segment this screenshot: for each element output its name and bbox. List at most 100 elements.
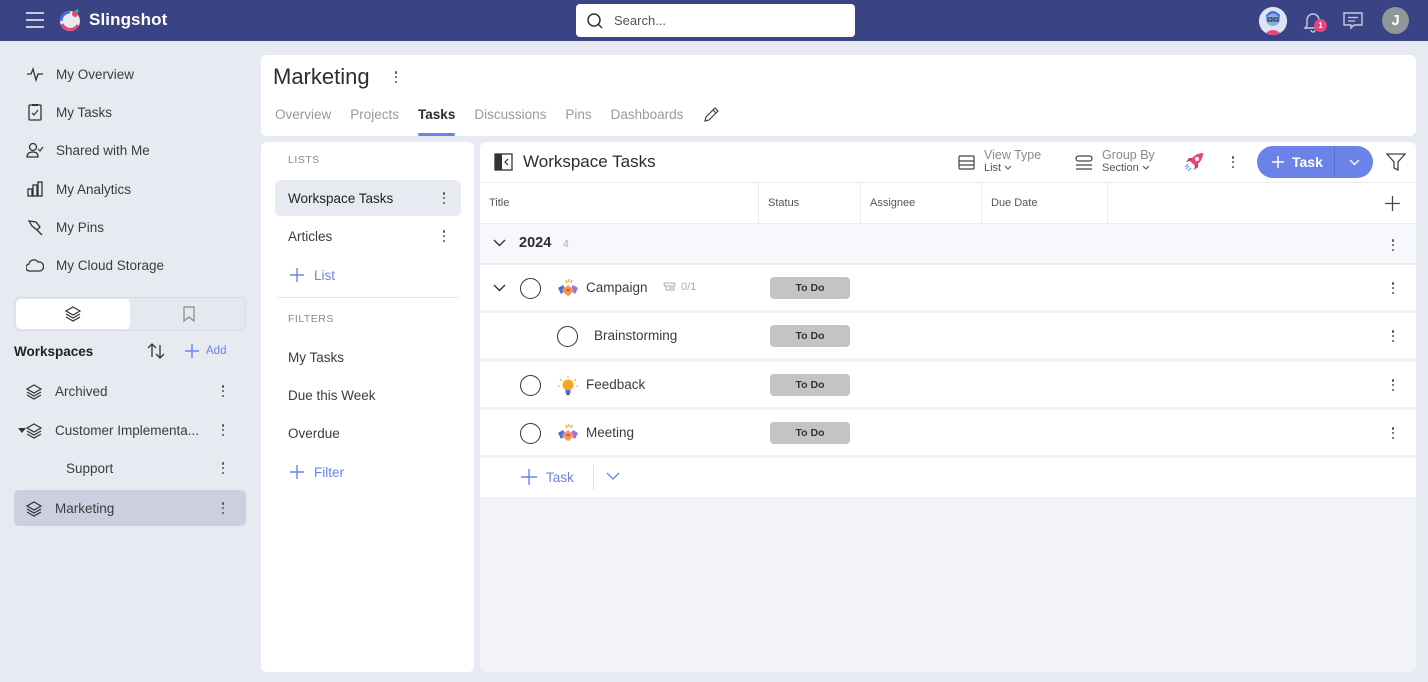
filter-item-my-tasks[interactable]: My Tasks (275, 339, 461, 375)
nav-item-my-cloud-storage[interactable]: My Cloud Storage (14, 249, 246, 281)
column-header-due-date[interactable]: Due Date (982, 183, 1108, 224)
filter-item-overdue[interactable]: Overdue (275, 415, 461, 451)
task-title[interactable]: Brainstorming (594, 328, 677, 343)
more-options-icon[interactable] (220, 500, 226, 516)
add-filter-label: Filter (314, 464, 344, 480)
new-task-dropdown-button[interactable] (1335, 146, 1373, 178)
lists-panel: LISTS Workspace Tasks Articles List FILT… (261, 142, 474, 672)
subtasks-icon (663, 282, 676, 290)
add-task-button[interactable]: Task (520, 468, 574, 486)
workspace-label: Marketing (55, 500, 115, 516)
column-header-status[interactable]: Status (759, 183, 861, 224)
workspace-item-marketing[interactable]: Marketing (14, 490, 246, 526)
column-header-assignee[interactable]: Assignee (861, 183, 982, 224)
more-options-icon[interactable] (220, 422, 226, 438)
status-badge[interactable]: To Do (770, 422, 850, 444)
add-filter-button[interactable]: Filter (289, 464, 344, 480)
task-title[interactable]: Feedback (586, 377, 645, 392)
task-row[interactable]: Campaign 0/1 To Do (480, 265, 1416, 312)
handshake-emoji-icon (558, 279, 578, 296)
section-group-row: 2024 4 (480, 224, 1416, 265)
nav-item-my-analytics[interactable]: My Analytics (14, 173, 246, 205)
status-badge[interactable]: To Do (770, 325, 850, 347)
tab-pins[interactable]: Pins (565, 107, 591, 136)
more-options-icon[interactable] (1390, 425, 1396, 441)
task-complete-checkbox[interactable] (557, 326, 578, 347)
handshake-emoji-icon (558, 424, 578, 441)
more-options-icon[interactable] (441, 228, 447, 244)
nav-item-label: My Tasks (56, 104, 113, 120)
tab-dashboards[interactable]: Dashboards (611, 107, 684, 136)
task-row-subtask[interactable]: Brainstorming To Do (480, 313, 1416, 360)
more-options-icon[interactable] (441, 190, 447, 206)
lightbulb-emoji-icon (558, 376, 578, 395)
task-row[interactable]: Meeting To Do (480, 410, 1416, 457)
nav-item-my-overview[interactable]: My Overview (14, 58, 246, 90)
tab-discussions[interactable]: Discussions (474, 107, 546, 136)
list-item-articles[interactable]: Articles (275, 218, 461, 254)
view-type-dropdown[interactable]: View Type List (958, 149, 1041, 175)
status-badge[interactable]: To Do (770, 277, 850, 299)
group-by-dropdown[interactable]: Group By Section (1075, 149, 1155, 175)
nav-item-label: My Cloud Storage (56, 257, 165, 273)
tab-projects[interactable]: Projects (350, 107, 399, 136)
filter-label: My Tasks (288, 349, 345, 365)
more-options-icon[interactable] (220, 460, 226, 476)
filter-icon[interactable] (1386, 153, 1406, 171)
tasks-toolbar: Workspace Tasks View Type List Group By … (480, 142, 1416, 183)
messages-button[interactable] (1341, 7, 1369, 35)
user-avatar[interactable]: J (1382, 7, 1409, 34)
add-column-plus-icon[interactable] (1384, 195, 1401, 212)
new-task-button[interactable]: Task (1257, 146, 1334, 178)
app-name: Slingshot (89, 10, 168, 29)
more-options-icon[interactable] (1390, 328, 1396, 344)
more-options-icon[interactable] (1390, 377, 1396, 393)
nav-item-shared-with-me[interactable]: Shared with Me (14, 134, 246, 166)
cloud-icon (26, 259, 44, 272)
add-workspace-button[interactable]: Add (184, 343, 226, 359)
new-task-label: Task (1292, 154, 1323, 170)
tab-tasks[interactable]: Tasks (418, 107, 456, 136)
search-icon (587, 12, 603, 29)
search-input[interactable] (614, 13, 834, 28)
list-item-workspace-tasks[interactable]: Workspace Tasks (275, 180, 461, 216)
workspace-item-support[interactable]: Support (14, 450, 246, 486)
list-view-icon (958, 154, 975, 170)
workspace-options-icon[interactable] (393, 69, 399, 85)
nav-item-my-tasks[interactable]: My Tasks (14, 96, 246, 128)
group-by-icon (1075, 154, 1093, 170)
more-options-icon[interactable] (1390, 237, 1396, 253)
task-complete-checkbox[interactable] (520, 375, 541, 396)
more-options-icon[interactable] (220, 383, 226, 399)
task-complete-checkbox[interactable] (520, 278, 541, 299)
status-badge[interactable]: To Do (770, 374, 850, 396)
workspace-item-customer-implementation[interactable]: Customer Implementa... (14, 412, 246, 448)
sort-icon[interactable] (146, 341, 166, 361)
tab-overview[interactable]: Overview (275, 107, 331, 136)
task-title[interactable]: Meeting (586, 425, 634, 440)
layers-icon (25, 423, 43, 439)
notifications-button[interactable]: 1 (1301, 7, 1329, 35)
chevron-down-icon[interactable] (493, 239, 506, 247)
search-box[interactable] (576, 4, 855, 37)
view-type-value: List (984, 162, 1002, 174)
workspaces-tab[interactable] (16, 299, 130, 329)
hamburger-menu-icon[interactable] (26, 12, 44, 28)
chevron-down-icon[interactable] (606, 472, 620, 481)
workspace-item-archived[interactable]: Archived (14, 373, 246, 409)
add-list-button[interactable]: List (289, 267, 335, 283)
more-options-icon[interactable] (1390, 280, 1396, 296)
task-row[interactable]: Feedback To Do (480, 362, 1416, 409)
more-options-icon[interactable] (1230, 154, 1236, 170)
filter-item-due-this-week[interactable]: Due this Week (275, 377, 461, 413)
collapse-panel-icon[interactable] (494, 153, 513, 171)
bookmarks-tab[interactable] (132, 299, 246, 329)
column-header-title[interactable]: Title (480, 183, 759, 224)
chevron-down-icon[interactable] (493, 284, 506, 292)
profile-avatar-image[interactable] (1259, 7, 1287, 35)
task-complete-checkbox[interactable] (520, 423, 541, 444)
edit-tabs-pencil-icon[interactable] (702, 106, 720, 124)
nav-item-my-pins[interactable]: My Pins (14, 211, 246, 243)
rocket-icon[interactable] (1183, 151, 1205, 173)
task-title[interactable]: Campaign (586, 280, 648, 295)
